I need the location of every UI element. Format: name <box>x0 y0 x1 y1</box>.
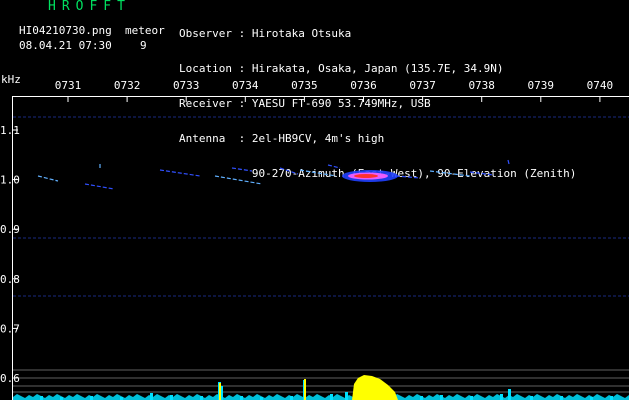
power-floor <box>13 394 629 400</box>
time-tick-label-0738: 0738 <box>468 79 495 92</box>
meteor-trace-5 <box>279 167 299 175</box>
meteor-trace-2 <box>159 169 201 177</box>
time-tick-label-0735: 0735 <box>291 79 318 92</box>
time-tick-label-0733: 0733 <box>173 79 200 92</box>
time-tick-label-0731: 0731 <box>55 79 82 92</box>
spectrogram-plot: 0731 0732 0733 0734 0735 0736 0737 0738 0739 0740… <box>0 79 629 400</box>
power-spike-1 <box>304 379 306 400</box>
time-tick-label-0739: 0739 <box>528 79 555 92</box>
meteor-trace-0 <box>37 175 59 182</box>
meteor-trace-1 <box>84 183 115 190</box>
meteor-trace-9 <box>429 170 471 177</box>
time-tick-label-0740: 0740 <box>587 79 614 92</box>
power-spike-2 <box>219 383 221 400</box>
meteor-trace-6 <box>299 169 337 177</box>
meteor-trace-10 <box>469 171 495 176</box>
time-tick-label-0736: 0736 <box>350 79 377 92</box>
time-tick-label-0732: 0732 <box>114 79 141 92</box>
time-tick-label-0734: 0734 <box>232 79 259 92</box>
meteor-trace-3 <box>214 175 263 185</box>
strong-echo-core <box>354 174 378 178</box>
power-peak <box>352 375 398 400</box>
time-tick-label-0737: 0737 <box>409 79 436 92</box>
meteor-trace-7 <box>327 164 341 169</box>
meteor-trace-dot <box>507 159 510 165</box>
meteor-trace-8 <box>395 175 421 179</box>
meteor-trace-4 <box>231 167 253 172</box>
